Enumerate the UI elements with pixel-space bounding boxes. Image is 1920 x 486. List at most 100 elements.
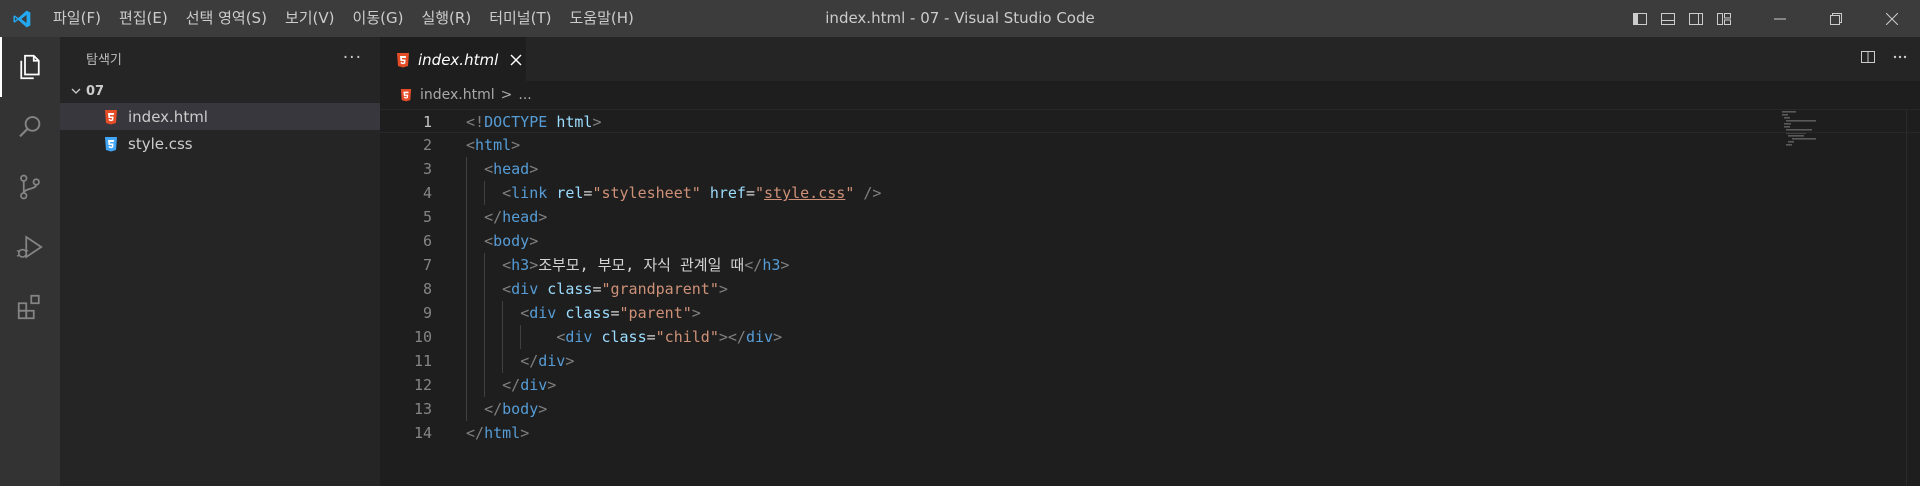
toggle-secondary-sidebar-icon[interactable] [1682,0,1710,37]
customize-layout-icon[interactable] [1710,0,1738,37]
code-token: DOCTYPE [484,113,557,131]
code-line[interactable]: 6 <body> [380,229,1920,253]
restore-icon[interactable] [1808,0,1864,37]
code-line[interactable]: 2 <html> [380,133,1920,157]
line-number: 1 [422,113,432,131]
file-label: style.css [128,134,193,153]
editor-group: index.html index.html > ... 1 <!DOCTYPE … [380,37,1920,486]
code-text: </div> [432,373,556,397]
run-and-debug-icon[interactable] [0,217,60,277]
indent-guide [484,301,485,325]
code-line[interactable]: 4 <link rel="stylesheet" href="style.css… [380,181,1920,205]
code-token: "grandparent" [601,280,719,298]
toggle-primary-sidebar-icon[interactable] [1626,0,1654,37]
close-icon[interactable] [1864,0,1920,37]
code-token: class [565,304,611,322]
menu-item[interactable]: 도움말(H) [560,0,642,37]
code-token: </ [502,376,521,394]
code-token: div [520,376,548,394]
code-line[interactable]: 11 </div> [380,349,1920,373]
file-item-style-css[interactable]: style.css [60,130,380,157]
toggle-panel-icon[interactable] [1654,0,1682,37]
code-token: > [565,352,575,370]
code-line[interactable]: 3 <head> [380,157,1920,181]
code-token: " [845,184,855,202]
html-file-icon [400,88,412,102]
source-control-icon[interactable] [0,157,60,217]
code-token: body [502,400,539,418]
code-line[interactable]: 7 <h3>조부모, 부모, 자식 관계일 때</h3> [380,253,1920,277]
title-bar: 파일(F) 편집(E) 선택 영역(S) 보기(V) 이동(G) 실행(R) 터미널(T) 도… [0,0,1920,37]
code-text: <body> [432,229,538,253]
code-line[interactable]: 10 <div class="child"></div> [380,325,1920,349]
line-number: 13 [413,400,432,418]
code-token: </ [744,256,763,274]
code-editor[interactable]: 1 <!DOCTYPE html> 2 <html> 3 <head> 4 <link r… [380,109,1920,486]
indent-guide [466,301,467,325]
menu-item[interactable]: 선택 영역(S) [177,0,276,37]
code-token: > [511,136,521,154]
code-token: < [520,304,530,322]
split-editor-icon[interactable] [1860,49,1876,69]
code-token: div [565,328,602,346]
code-token: > [529,256,539,274]
tab-close-icon[interactable] [510,54,522,66]
file-item-index-html[interactable]: index.html [60,103,380,130]
indent-guide [502,325,503,349]
indent-guide [502,301,503,325]
menu-item[interactable]: 터미널(T) [480,0,560,37]
code-text: <div class="child"></div> [432,325,782,349]
menu-item[interactable]: 편집(E) [110,0,177,37]
breadcrumb-symbols[interactable]: ... [518,87,531,103]
code-token: h3 [511,256,530,274]
indent-guide [466,205,467,229]
extensions-icon[interactable] [0,277,60,337]
explorer-icon[interactable] [0,37,60,97]
code-token: > [529,232,539,250]
code-text: </body> [432,397,547,421]
tab-index-html[interactable]: index.html [380,37,526,81]
code-token: </ [520,352,539,370]
more-actions-button[interactable]: ··· [343,48,362,68]
line-number: 7 [422,256,432,274]
code-line[interactable]: 14 </html> [380,421,1920,445]
menu-item[interactable]: 보기(V) [276,0,344,37]
code-text: </head> [432,205,547,229]
code-line[interactable]: 5 </head> [380,205,1920,229]
code-token: > [538,208,548,226]
more-actions-icon[interactable] [1892,49,1908,69]
indent-guide [484,277,485,301]
css-file-icon [104,136,128,152]
menu-item[interactable]: 실행(R) [412,0,480,37]
code-text: <!DOCTYPE html> [432,110,601,132]
code-token: > [547,376,557,394]
code-line[interactable]: 12 </div> [380,373,1920,397]
code-line[interactable]: 13 </body> [380,397,1920,421]
folder-07[interactable]: 07 [60,79,380,103]
line-number: 10 [413,328,432,346]
code-line[interactable]: 1 <!DOCTYPE html> [380,109,1920,133]
menu-item[interactable]: 이동(G) [344,0,413,37]
html-file-icon [396,52,410,68]
code-text: <div class="grandparent"> [432,277,728,301]
code-token: body [493,232,530,250]
code-text: <head> [432,157,538,181]
breadcrumb-file[interactable]: index.html [420,87,495,103]
code-token: </ [484,400,503,418]
code-token: < [502,184,512,202]
indent-guide [466,349,467,373]
menu-item[interactable]: 파일(F) [44,0,110,37]
code-line[interactable]: 9 <div class="parent"> [380,301,1920,325]
code-token: rel [556,184,584,202]
line-number: 3 [422,160,432,178]
editor-actions [1860,37,1920,81]
minimize-icon[interactable] [1752,0,1808,37]
line-number: 12 [413,376,432,394]
code-token: > [592,113,602,131]
search-icon[interactable] [0,97,60,157]
code-line[interactable]: 8 <div class="grandparent"> [380,277,1920,301]
code-text: </div> [432,349,574,373]
